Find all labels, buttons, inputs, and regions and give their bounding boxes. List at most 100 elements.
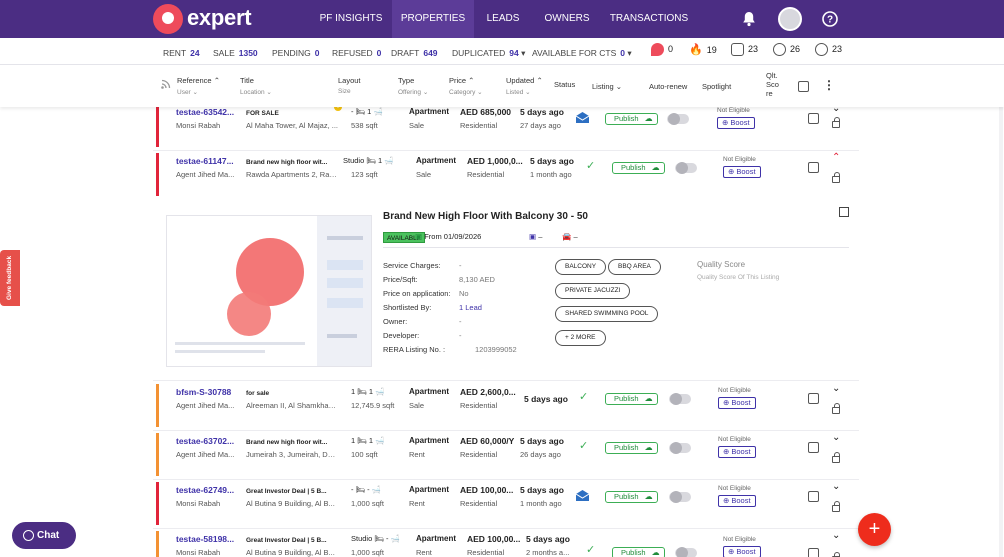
auto-renew-toggle[interactable] (669, 393, 691, 405)
stat-draft[interactable]: DRAFT 649 (391, 48, 438, 58)
logo-icon[interactable] (153, 4, 183, 34)
table-row[interactable]: testae-58198... Monsi Rabah Great Invest… (153, 529, 859, 557)
chevron-down-icon[interactable]: ⌄ (832, 432, 840, 443)
amenity-chip[interactable]: BALCONY (555, 259, 607, 275)
auto-renew-toggle[interactable] (675, 162, 697, 174)
reference-link[interactable]: bfsm-S-30788 (176, 387, 231, 397)
col-listed[interactable]: Listed ⌄ (506, 88, 531, 96)
stat-refused[interactable]: REFUSED 0 (332, 48, 381, 58)
stat-duplicated[interactable]: DUPLICATED 94 ▾ (452, 48, 525, 59)
give-feedback-tab[interactable]: Give feedback (0, 250, 20, 306)
lock-icon[interactable] (832, 501, 840, 512)
col-size[interactable]: Size (338, 88, 351, 95)
chevron-down-icon[interactable]: ⌄ (832, 530, 840, 541)
col-reference[interactable]: Reference ⌃ (177, 76, 220, 85)
auto-renew-toggle[interactable] (667, 113, 689, 125)
col-autorenew[interactable]: Auto-renew (649, 82, 687, 91)
col-quality-score[interactable]: Qlt. Sco re (766, 71, 782, 98)
col-type[interactable]: Type (398, 76, 414, 85)
publish-button[interactable]: Publish (612, 547, 665, 557)
boost-button[interactable]: ⊕ Boost (717, 117, 755, 129)
stat-featured[interactable]: 23 (815, 43, 842, 56)
boost-button[interactable]: ⊕ Boost (723, 166, 761, 178)
listing-image[interactable] (166, 215, 372, 367)
publish-button[interactable]: Publish (605, 393, 658, 405)
stat-hot[interactable]: 🔥 19 (689, 43, 717, 56)
col-offering[interactable]: Offering ⌄ (398, 88, 428, 96)
add-listing-button[interactable]: + (858, 513, 891, 546)
shortlisted-link[interactable]: 1 Lead (459, 303, 482, 312)
chevron-down-icon[interactable]: ⌄ (832, 107, 840, 114)
scrollbar[interactable] (999, 107, 1003, 557)
stat-available-for-cts[interactable]: AVAILABLE FOR CTS 0 ▾ (532, 48, 632, 59)
amenity-chip[interactable]: SHARED SWIMMING POOL (555, 306, 659, 322)
notifications-bell-icon[interactable] (739, 9, 759, 29)
nav-pf-insights[interactable]: PF INSIGHTS (310, 0, 392, 38)
lock-icon[interactable] (832, 403, 840, 414)
envelope-icon[interactable] (575, 110, 590, 123)
table-row[interactable]: testae-63702... Agent Jihed Ma... Brand … (153, 431, 859, 480)
stat-verified[interactable]: 23 (731, 43, 758, 56)
col-location[interactable]: Location ⌄ (240, 88, 272, 96)
row-checkbox[interactable] (808, 393, 819, 404)
chevron-down-icon[interactable]: ⌄ (832, 481, 840, 492)
table-row[interactable]: bfsm-S-30788 Agent Jihed Ma... for sale … (153, 382, 859, 431)
reference-link[interactable]: testae-63702... (176, 436, 234, 446)
more-options-icon[interactable]: ⋮ (823, 78, 835, 92)
col-updated[interactable]: Updated ⌃ (506, 76, 543, 85)
help-icon[interactable]: ? (820, 9, 840, 29)
col-status[interactable]: Status (554, 80, 575, 89)
publish-button[interactable]: Publish (605, 113, 658, 125)
boost-button[interactable]: ⊕ Boost (718, 495, 756, 507)
lock-icon[interactable] (832, 452, 840, 463)
select-all-checkbox[interactable] (798, 81, 809, 92)
nav-owners[interactable]: OWNERS (536, 0, 598, 38)
table-row[interactable]: testae-61147... Agent Jihed Ma... Brand … (153, 151, 859, 200)
auto-renew-toggle[interactable] (669, 442, 691, 454)
table-row[interactable]: testae-62749... Monsi Rabah Great Invest… (153, 480, 859, 529)
chevron-up-icon[interactable]: ⌃ (832, 152, 840, 163)
stat-rent[interactable]: RENT 24 (163, 48, 200, 58)
reference-link[interactable]: testae-61147... (176, 156, 234, 166)
row-checkbox[interactable] (808, 491, 819, 502)
col-spotlight[interactable]: Spotlight (702, 82, 731, 91)
row-checkbox[interactable] (808, 113, 819, 124)
col-layout[interactable]: Layout (338, 76, 361, 85)
boost-button[interactable]: ⊕ Boost (718, 446, 756, 458)
lock-icon[interactable] (832, 117, 840, 128)
nav-transactions[interactable]: TRANSACTIONS (606, 0, 692, 38)
reference-link[interactable]: testae-62749... (176, 485, 234, 495)
boost-button[interactable]: ⊕ Boost (723, 546, 761, 557)
row-checkbox[interactable] (808, 442, 819, 453)
open-external-icon[interactable] (839, 207, 849, 217)
col-price[interactable]: Price ⌃ (449, 76, 474, 85)
nav-properties[interactable]: PROPERTIES (392, 0, 474, 38)
lock-icon[interactable] (832, 172, 840, 183)
row-checkbox[interactable] (808, 162, 819, 173)
stat-sale[interactable]: SALE 1350 (213, 48, 258, 58)
auto-renew-toggle[interactable] (675, 547, 697, 557)
amenity-chip[interactable]: BBQ AREA (608, 259, 661, 275)
chat-button[interactable]: Chat (12, 522, 76, 549)
envelope-icon[interactable] (575, 488, 590, 501)
col-listing[interactable]: Listing ⌄ (592, 82, 622, 91)
reference-link[interactable]: testae-63542... (176, 107, 234, 117)
reference-link[interactable]: testae-58198... (176, 534, 234, 544)
nav-leads[interactable]: LEADS (474, 0, 532, 38)
stat-pf-badge[interactable]: 0 (651, 43, 673, 56)
row-checkbox[interactable] (808, 548, 819, 557)
user-avatar[interactable] (778, 7, 802, 31)
col-category[interactable]: Category ⌄ (449, 88, 483, 96)
amenity-chip[interactable]: PRIVATE JACUZZI (555, 283, 631, 299)
warning-icon[interactable]: ! (334, 107, 342, 111)
brand-name[interactable]: expert (187, 5, 252, 31)
stat-pending[interactable]: PENDING 0 (272, 48, 319, 58)
publish-button[interactable]: Publish (605, 491, 658, 503)
stat-premium[interactable]: 26 (773, 43, 800, 56)
col-title[interactable]: Title (240, 76, 254, 85)
auto-renew-toggle[interactable] (669, 491, 691, 503)
col-user[interactable]: User ⌄ (177, 88, 198, 96)
publish-button[interactable]: Publish (605, 442, 658, 454)
chevron-down-icon[interactable]: ⌄ (832, 383, 840, 394)
boost-button[interactable]: ⊕ Boost (718, 397, 756, 409)
